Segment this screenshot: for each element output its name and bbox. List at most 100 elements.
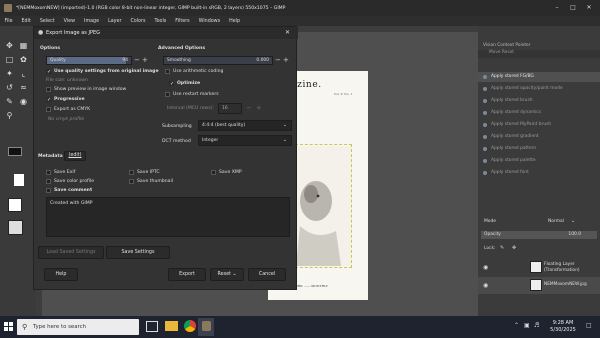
visibility-eye-icon[interactable]: ◉ [483, 282, 488, 289]
taskbar-search-input[interactable]: ⚲ Type here to search [17, 319, 139, 335]
chevron-down-icon: ⌄ [232, 272, 237, 277]
close-icon[interactable]: ✕ [584, 3, 594, 13]
visibility-eye-icon[interactable]: ◉ [483, 264, 488, 271]
clone-icon[interactable]: ◉ [18, 96, 29, 107]
interval-increase-button[interactable]: + [256, 104, 262, 112]
notification-icon[interactable]: □ [586, 322, 592, 329]
crop-icon[interactable]: ⌞ [18, 68, 29, 79]
interval-decrease-button[interactable]: − [246, 104, 252, 112]
menu-tools[interactable]: Tools [150, 19, 171, 24]
layer-row[interactable]: ◉ Floating Layer (Transformation) [478, 259, 600, 276]
interval-input[interactable]: 16 [218, 103, 242, 114]
align-tool-icon[interactable]: ▦ [18, 40, 29, 51]
subsampling-select[interactable]: 4:4:4 (best quality) ⌄ [198, 120, 292, 131]
windows-start-icon[interactable] [4, 322, 13, 331]
show-preview-checkbox[interactable] [46, 87, 51, 92]
quality-label: Quality [50, 58, 66, 63]
save-color-profile-checkbox[interactable] [46, 179, 51, 184]
volume-icon[interactable]: ♬ [534, 322, 539, 329]
save-exif-label: Save Exif [54, 170, 76, 175]
move-tool-icon[interactable]: ✥ [4, 40, 15, 51]
menu-help[interactable]: Help [225, 19, 245, 24]
smoothing-increase-button[interactable]: + [283, 56, 289, 64]
history-item[interactable]: Apply stored dynamics [478, 108, 600, 118]
quality-increase-button[interactable]: + [142, 56, 148, 64]
file-explorer-icon[interactable] [165, 321, 178, 331]
maximize-icon[interactable]: □ [568, 3, 578, 13]
use-quality-checkbox[interactable]: ✓ [46, 69, 51, 75]
advanced-options-heading: Advanced Options [158, 46, 206, 51]
history-item[interactable]: Apply stored brush [478, 96, 600, 106]
lasso-icon[interactable]: ✿ [18, 54, 29, 65]
lock-pixels-icon[interactable]: ✎ [500, 245, 504, 251]
dock-tab-label[interactable]: Vision Context Pointer [478, 43, 600, 50]
save-exif-checkbox[interactable] [46, 170, 51, 175]
foreground-color-swatch[interactable] [8, 147, 22, 156]
smoothing-decrease-button[interactable]: − [275, 56, 281, 64]
save-comment-checkbox[interactable] [46, 188, 51, 193]
lock-position-icon[interactable]: ✥ [512, 245, 516, 251]
export-cmyk-checkbox[interactable] [46, 107, 51, 112]
clock-time[interactable]: 9:28 AM [546, 320, 580, 326]
history-item[interactable]: Apply stored opacity/paint mode [478, 84, 600, 94]
save-iptc-checkbox[interactable] [129, 170, 134, 175]
menu-file[interactable]: File [0, 19, 17, 24]
menu-filters[interactable]: Filters [171, 19, 194, 24]
quality-decrease-button[interactable]: − [134, 56, 140, 64]
help-button[interactable]: Help [44, 268, 78, 281]
menu-select[interactable]: Select [35, 19, 59, 24]
menu-view[interactable]: View [59, 19, 79, 24]
reset-button[interactable]: Reset ⌄ [210, 268, 244, 281]
transform-icon[interactable]: ↺ [4, 82, 15, 93]
menu-layer[interactable]: Layer [104, 19, 126, 24]
export-button[interactable]: Export [168, 268, 206, 281]
pattern-preview[interactable] [8, 198, 22, 212]
zoom-icon[interactable]: ⚲ [4, 110, 15, 121]
optimize-label: Optimize [177, 81, 201, 86]
comment-textarea[interactable]: Created with GIMP [46, 197, 290, 237]
restart-markers-checkbox[interactable] [165, 92, 170, 97]
dct-method-select[interactable]: Integer ⌄ [198, 135, 292, 146]
cancel-button[interactable]: Cancel [248, 268, 286, 281]
layer-thumbnail [530, 279, 542, 291]
fuzzy-select-icon[interactable]: ✦ [4, 68, 15, 79]
history-item[interactable]: Apply stored pattern [478, 144, 600, 154]
lock-row: Lock: ✎ ✥ [478, 245, 600, 254]
opacity-slider[interactable]: Opacity 100.0 [481, 231, 597, 239]
rect-select-icon[interactable]: □ [4, 54, 15, 65]
save-xmp-checkbox[interactable] [211, 170, 216, 175]
menu-windows[interactable]: Windows [194, 19, 224, 24]
dialog-close-icon[interactable]: ✕ [285, 27, 290, 39]
task-view-icon[interactable] [146, 321, 158, 332]
image-thumbnail[interactable] [8, 220, 23, 235]
history-item[interactable]: Apply stored gradient [478, 132, 600, 142]
warp-icon[interactable]: ≈ [18, 82, 29, 93]
smoothing-slider[interactable]: Smoothing 0.000 [163, 56, 273, 65]
progressive-checkbox[interactable]: ✓ [46, 97, 51, 103]
chevron-down-icon[interactable]: ⌄ [571, 218, 575, 224]
minimize-icon[interactable]: – [552, 3, 562, 13]
save-thumbnail-checkbox[interactable] [129, 179, 134, 184]
paint-icon[interactable]: ✎ [4, 96, 15, 107]
history-item[interactable]: Apply stored MyPaint brush [478, 120, 600, 130]
selection-marquee[interactable] [295, 144, 352, 268]
tray-chevron-icon[interactable]: ⌃ [514, 322, 519, 329]
menu-colors[interactable]: Colors [126, 19, 150, 24]
optimize-checkbox[interactable]: ✓ [169, 81, 174, 87]
clock-date[interactable]: 5/30/2025 [546, 327, 580, 333]
metadata-edit-button[interactable]: (edit) [64, 151, 86, 161]
layer-row[interactable]: ◉ NEMMoxomNEW.jpg [478, 277, 600, 294]
mode-select[interactable]: Normal [548, 219, 564, 224]
menu-image[interactable]: Image [80, 19, 104, 24]
arithmetic-coding-checkbox[interactable] [165, 69, 170, 74]
save-settings-button[interactable]: Save Settings [106, 246, 170, 259]
quality-slider[interactable]: Quality 94 [46, 56, 132, 65]
network-icon[interactable]: ▣ [524, 322, 530, 329]
history-item[interactable]: Apply stored font [478, 168, 600, 178]
menu-edit[interactable]: Edit [17, 19, 35, 24]
history-item[interactable]: Apply stored palette [478, 156, 600, 166]
history-item[interactable]: Apply stored FG/BG [478, 72, 600, 82]
load-saved-settings-button[interactable]: Load Saved Settings [38, 246, 104, 259]
brush-preview[interactable] [14, 174, 24, 186]
chrome-icon[interactable] [184, 320, 196, 332]
